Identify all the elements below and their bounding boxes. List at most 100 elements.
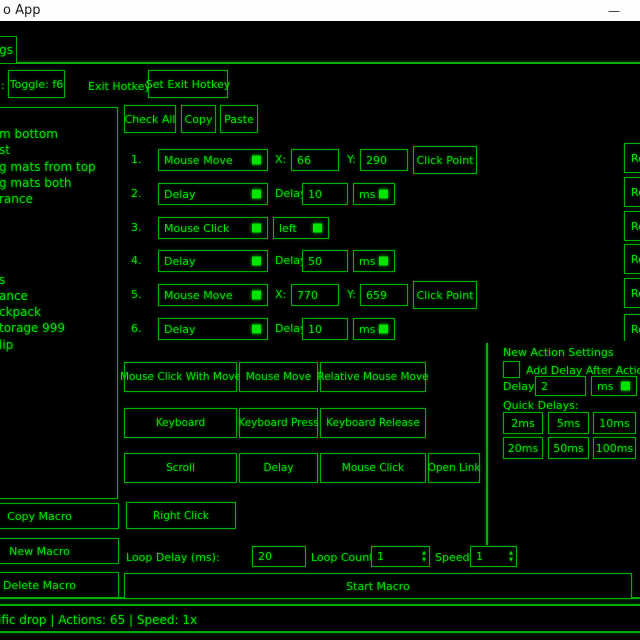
action-type-dropdown[interactable]: Delay (158, 250, 268, 272)
action-type-dropdown[interactable]: Mouse Move (158, 149, 268, 171)
actions-scroll-area[interactable]: 1. Mouse Move X: Y: Click Point Remove 2… (120, 140, 640, 341)
check-all-button[interactable]: Check All (124, 105, 176, 133)
quick-delay-button[interactable]: 5ms (548, 412, 589, 434)
quick-delay-button[interactable]: 50ms (548, 437, 589, 459)
palette-mouse-move-button[interactable]: Mouse Move (239, 362, 318, 392)
action-index: 6. (131, 322, 142, 335)
remove-button[interactable]: Remove (624, 278, 640, 308)
click-point-button[interactable]: Click Point (413, 146, 477, 174)
unit-value: ms (359, 255, 375, 268)
action-type-value: Mouse Click (164, 222, 229, 235)
palette-delay-button[interactable]: Delay (239, 453, 318, 483)
loop-count-label: Loop Count: (311, 551, 377, 564)
macro-listbox[interactable]: m bottom st g mats from top g mats both … (0, 107, 118, 499)
minimize-button[interactable]: — (598, 0, 630, 21)
macro-list-item[interactable] (0, 256, 117, 272)
action-index: 1. (131, 153, 142, 166)
unit-dropdown[interactable]: ms (353, 183, 395, 205)
macro-list-item[interactable] (0, 110, 117, 126)
hotkey-label-fragment: : (1, 79, 5, 92)
remove-button[interactable]: Remove (624, 314, 640, 341)
quick-delay-button[interactable]: 100ms (593, 437, 636, 459)
add-delay-checkbox[interactable] (503, 361, 520, 378)
unit-value: ms (359, 323, 375, 336)
unit-dropdown[interactable]: ms (591, 376, 637, 396)
loop-delay-input[interactable] (252, 546, 306, 567)
action-type-dropdown[interactable]: Mouse Move (158, 284, 268, 306)
remove-button[interactable]: Remove (624, 143, 640, 173)
macro-list-item[interactable]: st (0, 142, 117, 158)
remove-button[interactable]: Remove (624, 211, 640, 241)
remove-button[interactable]: Remove (624, 244, 640, 274)
macro-list-item[interactable]: torage 999 (0, 320, 117, 336)
start-macro-button[interactable]: Start Macro (124, 573, 632, 599)
remove-button[interactable]: Remove (624, 177, 640, 207)
action-type-dropdown[interactable]: Delay (158, 318, 268, 340)
palette-open-link-button[interactable]: Open Link (428, 453, 480, 483)
palette-keyboard-press-button[interactable]: Keyboard Press (239, 408, 318, 438)
mouse-button-dropdown[interactable]: left (273, 217, 329, 239)
delay-input[interactable] (302, 183, 348, 205)
paste-button[interactable]: Paste (220, 105, 258, 133)
spinner-down-icon[interactable]: ▼ (509, 558, 513, 563)
loop-delay-label: Loop Delay (ms): (126, 551, 220, 564)
palette-keyboard-button[interactable]: Keyboard (124, 408, 237, 438)
tab-settings[interactable]: ngs (0, 36, 17, 63)
y-input[interactable] (360, 284, 408, 306)
macro-list-item[interactable]: s (0, 272, 117, 288)
action-type-dropdown[interactable]: Delay (158, 183, 268, 205)
x-input[interactable] (291, 284, 339, 306)
palette-mouse-click-with-move-button[interactable]: Mouse Click With Move (124, 362, 237, 392)
dropdown-indicator-icon (379, 190, 388, 199)
click-point-button[interactable]: Click Point (413, 281, 477, 309)
quick-delay-button[interactable]: 2ms (503, 412, 543, 434)
dropdown-indicator-icon (313, 224, 322, 233)
delete-macro-button[interactable]: Delete Macro (0, 572, 119, 598)
palette-right-click-button[interactable]: Right Click (126, 502, 236, 529)
y-label: Y: (347, 153, 356, 166)
macro-list-item[interactable]: ckpack (0, 304, 117, 320)
copy-button[interactable]: Copy (181, 105, 216, 133)
delay-input[interactable] (302, 250, 348, 272)
dropdown-indicator-icon (252, 190, 261, 199)
spinner-down-icon[interactable]: ▼ (422, 558, 426, 563)
speed-value: 1 (476, 550, 483, 563)
y-input[interactable] (360, 149, 408, 171)
loop-count-spinner[interactable]: 1 ▲ ▼ (371, 546, 430, 567)
unit-dropdown[interactable]: ms (353, 250, 395, 272)
macro-list-item[interactable]: rance (0, 191, 117, 207)
palette-scroll-button[interactable]: Scroll (124, 453, 237, 483)
quick-delay-button[interactable]: 10ms (593, 412, 636, 434)
y-label: Y: (347, 288, 356, 301)
exit-hotkey-label: Exit Hotkey: (88, 80, 154, 93)
macro-list-item[interactable] (0, 223, 117, 239)
palette-keyboard-release-button[interactable]: Keyboard Release (320, 408, 426, 438)
spinner-up-icon[interactable]: ▲ (422, 551, 426, 556)
macro-list-item[interactable]: g mats both (0, 175, 117, 191)
set-exit-hotkey-button[interactable]: Set Exit Hotkey (148, 70, 228, 98)
dropdown-indicator-icon (252, 224, 261, 233)
new-macro-button[interactable]: New Macro (0, 538, 119, 564)
palette-relative-mouse-move-button[interactable]: Relative Mouse Move (320, 362, 426, 392)
speed-spinner[interactable]: 1 ▲ ▼ (470, 546, 517, 567)
dropdown-indicator-icon (252, 257, 261, 266)
settings-separator-line (486, 343, 488, 545)
dropdown-indicator-icon (252, 156, 261, 165)
loop-count-value: 1 (377, 550, 384, 563)
toggle-hotkey-button[interactable]: Toggle: f6 (8, 70, 65, 98)
macro-list-item[interactable]: m bottom (0, 126, 117, 142)
macro-list-item[interactable] (0, 207, 117, 223)
macro-list-item[interactable] (0, 240, 117, 256)
unit-dropdown[interactable]: ms (353, 318, 395, 340)
delay-input[interactable] (302, 318, 348, 340)
delay-value-input[interactable] (535, 376, 586, 396)
copy-macro-button[interactable]: Copy Macro (0, 503, 119, 529)
spinner-up-icon[interactable]: ▲ (509, 551, 513, 556)
x-input[interactable] (291, 149, 339, 171)
macro-list-item[interactable]: lip (0, 337, 117, 353)
quick-delay-button[interactable]: 20ms (503, 437, 543, 459)
macro-list-item[interactable]: g mats from top (0, 159, 117, 175)
macro-list-item[interactable]: ance (0, 288, 117, 304)
palette-mouse-click-button[interactable]: Mouse Click (320, 453, 426, 483)
action-type-dropdown[interactable]: Mouse Click (158, 217, 268, 239)
